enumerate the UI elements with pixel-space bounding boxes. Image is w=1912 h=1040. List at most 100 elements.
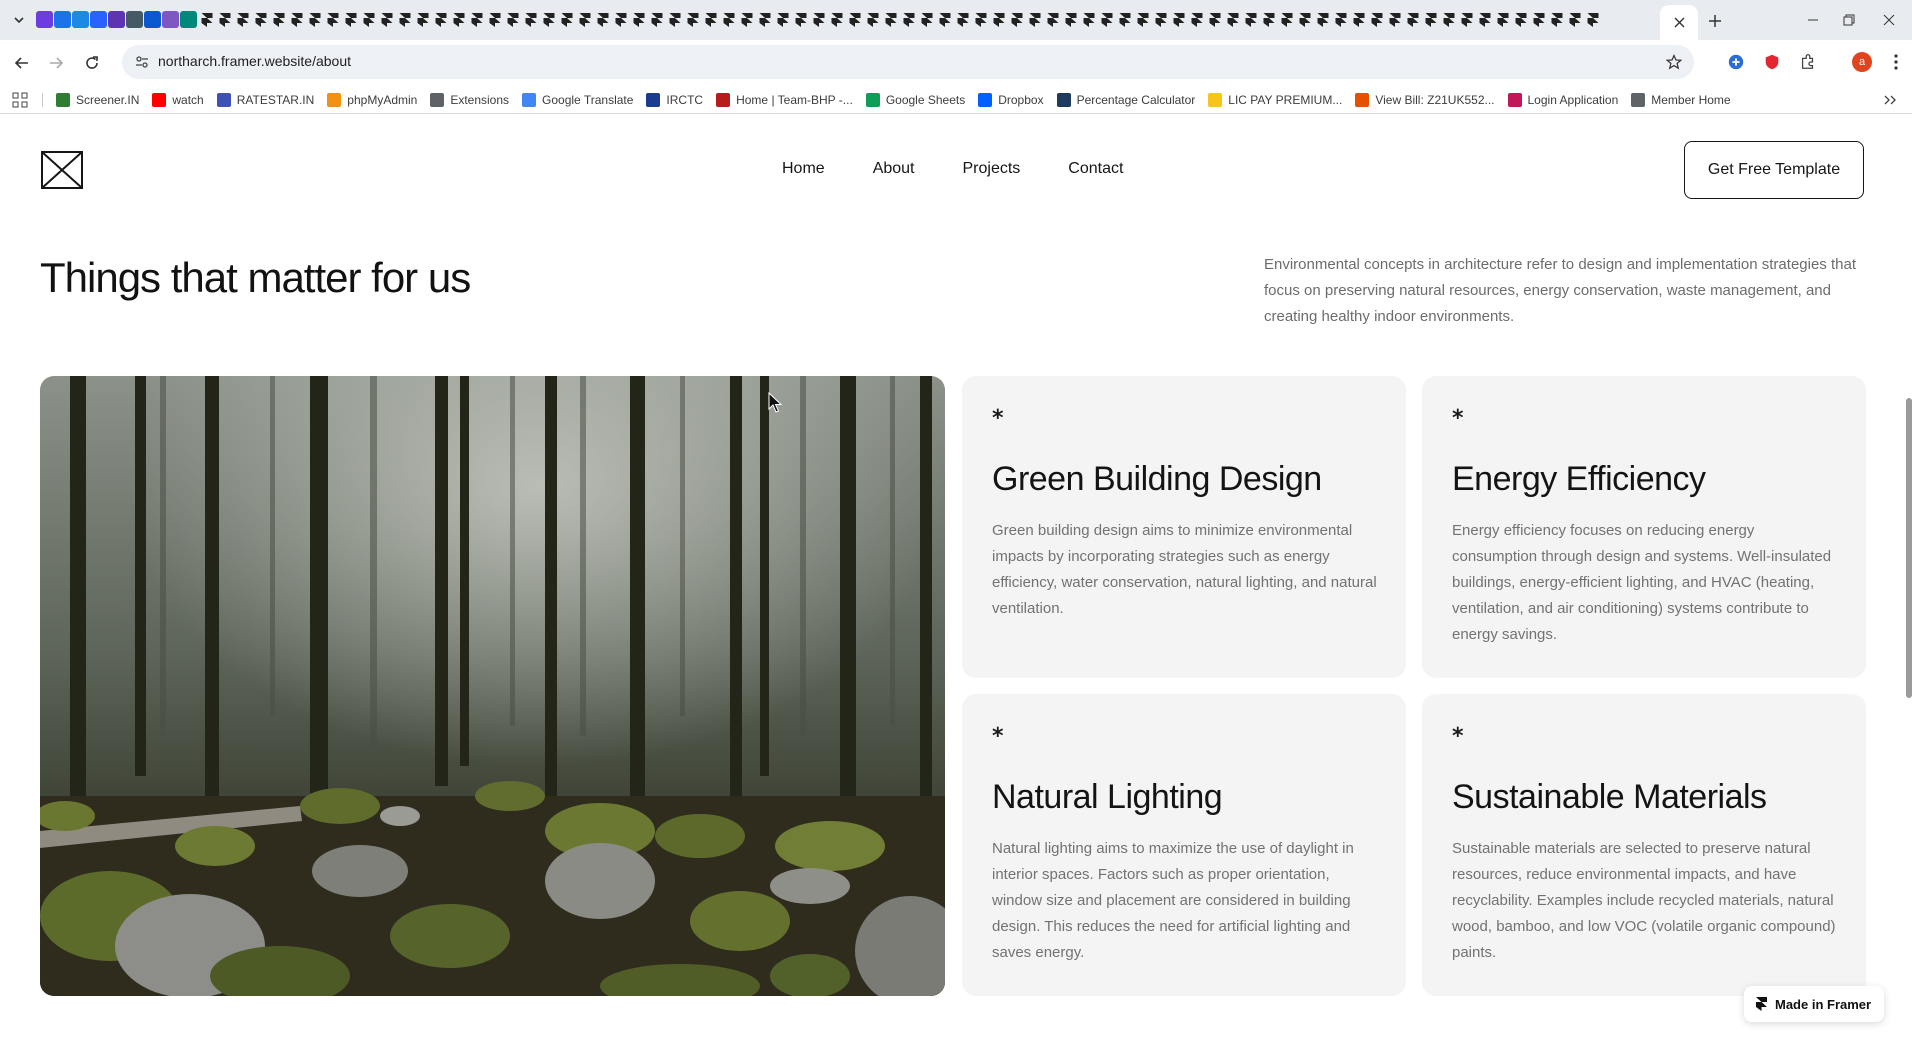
framer-tab-icon[interactable] <box>1152 11 1169 28</box>
framer-tab-icon[interactable] <box>936 11 953 28</box>
framer-tab-icon[interactable] <box>1314 11 1331 28</box>
bookmark-item[interactable]: phpMyAdmin <box>327 93 417 107</box>
framer-tab-icon[interactable] <box>738 11 755 28</box>
framer-tab-icon[interactable] <box>576 11 593 28</box>
framer-tab-icon[interactable] <box>432 11 449 28</box>
framer-tab-icon[interactable] <box>540 11 557 28</box>
site-info-icon[interactable] <box>134 54 150 70</box>
framer-tab-icon[interactable] <box>1350 11 1367 28</box>
framer-tab-icon[interactable] <box>1422 11 1439 28</box>
framer-tab-icon[interactable] <box>648 11 665 28</box>
framer-tab-icon[interactable] <box>1116 11 1133 28</box>
framer-tab-icon[interactable] <box>1206 11 1223 28</box>
framer-tab-icon[interactable] <box>828 11 845 28</box>
framer-tab-icon[interactable] <box>702 11 719 28</box>
framer-tab-icon[interactable] <box>1566 11 1583 28</box>
framer-tab-icon[interactable] <box>954 11 971 28</box>
framer-tab-icon[interactable] <box>990 11 1007 28</box>
back-button[interactable] <box>8 49 36 77</box>
nav-home[interactable]: Home <box>782 160 825 178</box>
framer-tab-icon[interactable] <box>1062 11 1079 28</box>
bookmark-item[interactable]: View Bill: Z21UK552... <box>1355 93 1495 107</box>
page-scrollbar[interactable] <box>1906 398 1912 698</box>
framer-tab-icon[interactable] <box>360 11 377 28</box>
framer-tab-icon[interactable] <box>810 11 827 28</box>
bookmark-item[interactable]: Google Sheets <box>865 93 965 107</box>
apps-grid-icon[interactable] <box>12 92 28 108</box>
framer-tab-icon[interactable] <box>1170 11 1187 28</box>
close-tab-icon[interactable] <box>1674 17 1685 28</box>
framer-tab-icon[interactable] <box>612 11 629 28</box>
framer-tab-icon[interactable] <box>666 11 683 28</box>
framer-tab-icon[interactable] <box>864 11 881 28</box>
framer-tab-icon[interactable] <box>1440 11 1457 28</box>
bookmark-star-icon[interactable] <box>1666 54 1682 70</box>
framer-tab-icon[interactable] <box>1242 11 1259 28</box>
framer-tab-icon[interactable] <box>1512 11 1529 28</box>
puzzle-icon[interactable] <box>1798 52 1818 72</box>
address-bar[interactable]: northarch.framer.website/about <box>122 45 1694 79</box>
forward-button[interactable] <box>42 49 70 77</box>
reload-button[interactable] <box>78 49 106 77</box>
nav-contact[interactable]: Contact <box>1068 160 1123 178</box>
framer-tab-icon[interactable] <box>1548 11 1565 28</box>
bookmark-item[interactable]: Member Home <box>1631 93 1731 107</box>
framer-tab-icon[interactable] <box>324 11 341 28</box>
bookmark-item[interactable]: Google Translate <box>522 93 633 107</box>
framer-tab-icon[interactable] <box>846 11 863 28</box>
tab-favicon-icon[interactable] <box>108 11 125 28</box>
framer-tab-icon[interactable] <box>882 11 899 28</box>
tab-favicon-icon[interactable] <box>36 11 53 28</box>
framer-tab-icon[interactable] <box>558 11 575 28</box>
framer-tab-icon[interactable] <box>594 11 611 28</box>
active-tab[interactable] <box>1660 5 1698 40</box>
framer-tab-icon[interactable] <box>774 11 791 28</box>
tab-search-icon[interactable] <box>8 10 30 30</box>
bookmark-item[interactable]: Home | Team-BHP -... <box>716 93 853 107</box>
framer-tab-icon[interactable] <box>342 11 359 28</box>
framer-tab-icon[interactable] <box>1476 11 1493 28</box>
framer-tab-icon[interactable] <box>1224 11 1241 28</box>
framer-tab-icon[interactable] <box>792 11 809 28</box>
tab-favicon-icon[interactable] <box>54 11 71 28</box>
framer-tab-icon[interactable] <box>972 11 989 28</box>
framer-tab-icon[interactable] <box>1260 11 1277 28</box>
tab-favicon-icon[interactable] <box>180 11 197 28</box>
bookmark-item[interactable]: Login Application <box>1507 93 1618 107</box>
tab-favicon-icon[interactable] <box>126 11 143 28</box>
framer-tab-icon[interactable] <box>234 11 251 28</box>
framer-tab-icon[interactable] <box>288 11 305 28</box>
framer-tab-icon[interactable] <box>720 11 737 28</box>
framer-tab-icon[interactable] <box>1278 11 1295 28</box>
bookmark-item[interactable]: Percentage Calculator <box>1056 93 1195 107</box>
framer-tab-icon[interactable] <box>216 11 233 28</box>
profile-avatar[interactable]: a <box>1852 52 1872 72</box>
framer-tab-icon[interactable] <box>1332 11 1349 28</box>
framer-tab-icon[interactable] <box>1296 11 1313 28</box>
tab-favicon-icon[interactable] <box>90 11 107 28</box>
pinned-tabs[interactable] <box>36 11 1656 29</box>
framer-tab-icon[interactable] <box>1026 11 1043 28</box>
framer-tab-icon[interactable] <box>756 11 773 28</box>
tab-favicon-icon[interactable] <box>162 11 179 28</box>
framer-tab-icon[interactable] <box>1080 11 1097 28</box>
bookmark-item[interactable]: IRCTC <box>646 93 703 107</box>
framer-tab-icon[interactable] <box>630 11 647 28</box>
framer-tab-icon[interactable] <box>1404 11 1421 28</box>
get-free-template-button[interactable]: Get Free Template <box>1684 141 1864 199</box>
framer-tab-icon[interactable] <box>252 11 269 28</box>
framer-tab-icon[interactable] <box>468 11 485 28</box>
kebab-menu-icon[interactable] <box>1886 52 1906 72</box>
framer-tab-icon[interactable] <box>1368 11 1385 28</box>
extension-icon[interactable] <box>1726 52 1746 72</box>
framer-tab-icon[interactable] <box>378 11 395 28</box>
bookmark-item[interactable]: Screener.IN <box>56 93 139 107</box>
framer-tab-icon[interactable] <box>1494 11 1511 28</box>
framer-tab-icon[interactable] <box>522 11 539 28</box>
bookmark-item[interactable]: LIC PAY PREMIUM... <box>1208 93 1342 107</box>
url-text[interactable]: northarch.framer.website/about <box>158 53 351 69</box>
framer-tab-icon[interactable] <box>1584 11 1601 28</box>
framer-tab-icon[interactable] <box>486 11 503 28</box>
framer-tab-icon[interactable] <box>900 11 917 28</box>
bookmark-item[interactable]: Dropbox <box>978 93 1044 107</box>
